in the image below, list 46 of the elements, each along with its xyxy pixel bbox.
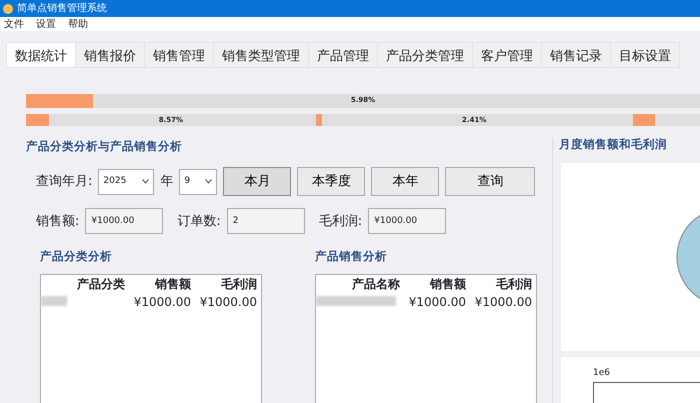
section-title: 产品分类分析与产品销售分析 [26,138,183,155]
tab[interactable]: 销售记录 [542,42,611,68]
period-button[interactable]: 本月 [223,167,292,196]
field-label: 销售额: [36,212,80,230]
field-label: 订单数: [177,212,221,230]
unit-label: 年 [160,173,174,191]
table-cell-text: ¥1000.00 [408,294,466,310]
column-header: 毛利润 [495,276,532,292]
period-button[interactable]: 本年 [371,167,440,196]
field-label: 毛利润: [318,212,362,230]
column-header: 销售额 [428,276,466,292]
tab[interactable]: 客户管理 [473,42,542,68]
panel-title: 产品分类分析 [40,248,113,266]
period-button[interactable]: 查询 [445,167,536,196]
menu-item[interactable]: 帮助 [68,16,88,32]
column-header: 毛利润 [220,276,257,292]
table-cell-text: ¥1000.00 [474,294,532,310]
caret-icon [142,179,150,184]
field-label: 查询年月: [36,173,92,191]
menu-item[interactable]: 设置 [36,16,56,32]
tab[interactable]: 产品管理 [309,42,378,68]
tab[interactable]: 销售报价 [76,42,145,68]
period-button[interactable]: 本季度 [297,167,366,196]
chart-title: 月度销售额和毛利润 [559,138,668,153]
value-field: 2 [226,208,305,234]
tab[interactable]: 数据统计 [6,42,76,68]
table-cell-text: ¥1000.00 [198,294,257,310]
window-title: 简单点销售管理系统 [17,2,107,16]
panel-title: 产品销售分析 [315,248,388,266]
menu-item[interactable]: 文件 [4,16,24,32]
blurred-text [41,296,67,306]
tab[interactable]: 目标设置 [611,42,680,68]
tab[interactable]: 销售管理 [145,42,214,68]
tab[interactable]: 产品分类管理 [378,42,473,68]
column-header: 产品分类 [76,276,125,292]
app-icon [3,4,13,14]
axis-scale-label: 1e6 [593,367,611,380]
month-dropdown[interactable]: 9 [179,168,218,195]
column-header: 销售额 [154,276,191,292]
column-header: 产品名称 [351,276,400,292]
value-field: ¥1000.00 [85,208,164,234]
tab[interactable]: 销售类型管理 [214,42,309,68]
table-cell-text: ¥1000.00 [132,294,191,310]
value-field: ¥1000.00 [368,208,446,234]
year-dropdown[interactable]: 2025 [98,168,154,195]
caret-icon [205,179,212,184]
